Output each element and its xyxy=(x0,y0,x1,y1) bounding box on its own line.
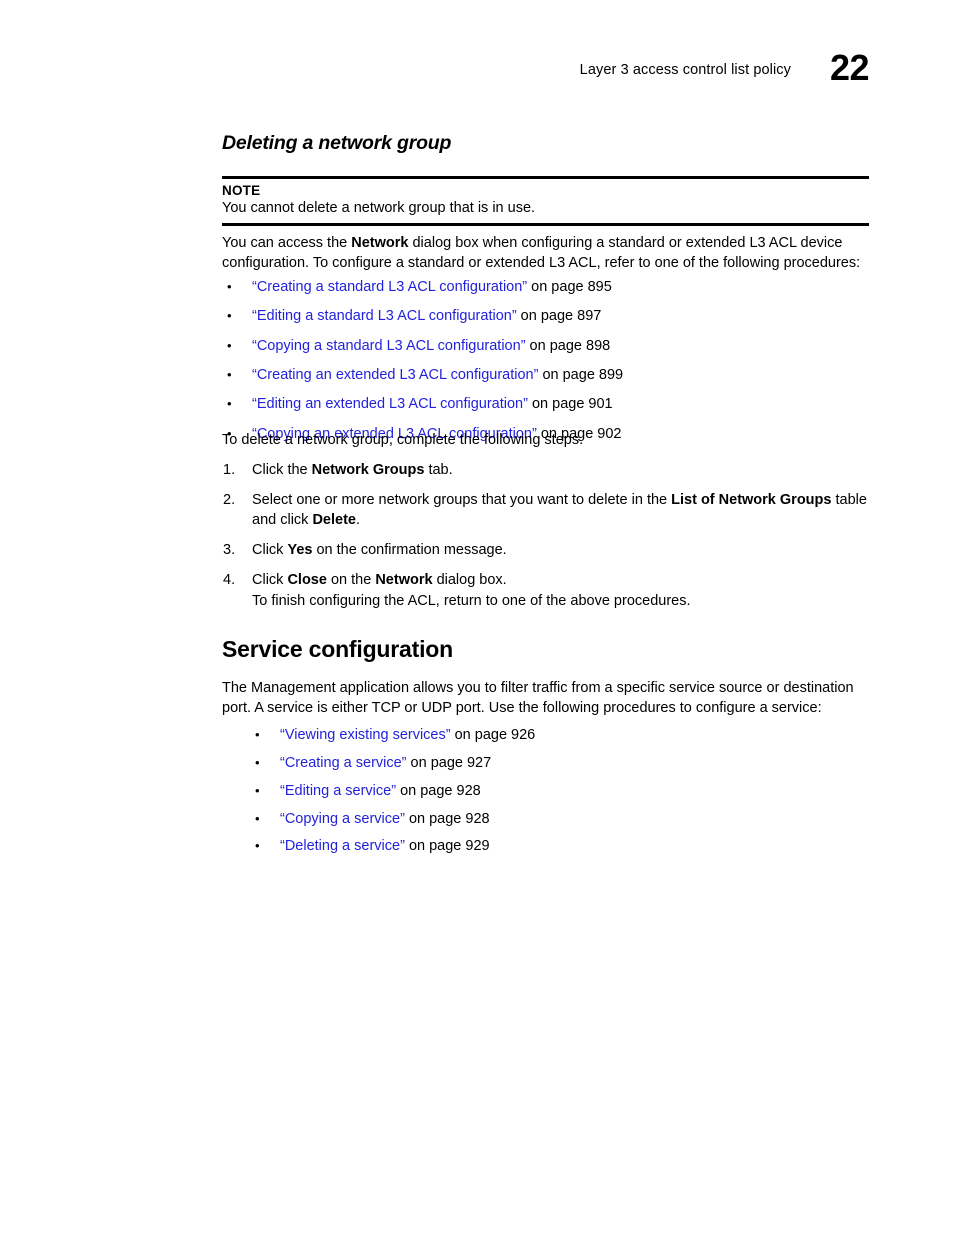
note-rule-bottom xyxy=(222,223,869,226)
ui-element-name: Network xyxy=(375,572,433,589)
list-item-text: “Creating a standard L3 ACL configuratio… xyxy=(252,278,612,297)
step-text-segment: Click the xyxy=(252,462,312,478)
procedure-steps: 1. Click the Network Groups tab. 2. Select … xyxy=(223,461,869,601)
acl-xref-link[interactable]: “Editing a standard L3 ACL configuration… xyxy=(252,308,517,324)
chapter-number: 22 xyxy=(829,47,870,88)
list-item-text: “Creating a service” on page 927 xyxy=(280,754,491,773)
procedure-step: 2. Select one or more network groups that… xyxy=(223,491,869,530)
acl-xref-page-ref: on page 897 xyxy=(516,308,602,325)
step-number: 2. xyxy=(223,492,236,509)
acl-xref-link[interactable]: “Editing an extended L3 ACL configuratio… xyxy=(252,396,528,412)
step-text-segment: Select one or more network groups that y… xyxy=(252,492,672,509)
step-text-segment: on the confirmation message. xyxy=(312,541,507,558)
ui-element-name: Close xyxy=(287,572,327,589)
ui-element-name: Yes xyxy=(287,541,313,558)
bullet-icon: • xyxy=(227,367,232,383)
step-text-segment: . xyxy=(355,511,361,528)
step-text: Select one or more network groups that y… xyxy=(252,492,867,527)
note-text: You cannot delete a network group that i… xyxy=(222,200,536,217)
ui-element-name: Network Groups xyxy=(311,462,425,478)
list-item: • “Deleting a service” on page 929 xyxy=(255,837,535,856)
list-item: • “Viewing existing services” on page 926 xyxy=(255,726,535,745)
procedure-step: 3. Click Yes on the confirmation message. xyxy=(223,541,869,560)
service-crossref-list: • “Viewing existing services” on page 926… xyxy=(255,726,535,865)
step-text: Click Yes on the confirmation message. xyxy=(252,542,507,558)
running-header-title: Layer 3 access control list policy xyxy=(579,62,791,78)
acl-xref-page-ref: on page 898 xyxy=(525,337,611,354)
list-item-text: “Editing a standard L3 ACL configuration… xyxy=(252,307,601,326)
bullet-icon: • xyxy=(227,279,232,294)
service-xref-page-ref: on page 926 xyxy=(450,727,536,743)
list-item: • “Editing a service” on page 928 xyxy=(255,782,535,801)
list-item: • “Editing a standard L3 ACL configuratio… xyxy=(227,307,623,326)
list-item: • “Creating an extended L3 ACL configurat… xyxy=(227,366,623,385)
service-intro-paragraph: The Management application allows you to… xyxy=(222,680,854,716)
steps-intro-paragraph: To delete a network group, complete the … xyxy=(222,432,584,448)
list-item: • “Creating a standard L3 ACL configurati… xyxy=(227,278,623,297)
section-heading: Service configuration xyxy=(222,636,453,662)
step-text-segment: dialog box. xyxy=(432,572,507,589)
ui-element-name: List of Network Groups xyxy=(671,492,832,509)
bullet-icon: • xyxy=(255,782,260,798)
list-item: • “Copying a service” on page 928 xyxy=(255,810,535,829)
list-item-text: “Creating an extended L3 ACL configurati… xyxy=(252,366,623,385)
list-item-text: “Deleting a service” on page 929 xyxy=(280,837,490,856)
step-text-segment: on the xyxy=(326,572,376,589)
intro-bold-network: Network xyxy=(351,235,409,251)
step-text: Click the Network Groups tab. xyxy=(252,462,453,478)
list-item-text: “Editing an extended L3 ACL configuratio… xyxy=(252,395,613,414)
acl-xref-page-ref: on page 895 xyxy=(527,279,612,295)
service-xref-page-ref: on page 929 xyxy=(404,838,490,855)
procedure-step: 1. Click the Network Groups tab. xyxy=(223,461,869,480)
document-page: Layer 3 access control list policy 22 De… xyxy=(0,0,954,1235)
bullet-icon: • xyxy=(227,396,232,412)
step-number: 3. xyxy=(223,541,236,558)
list-item-text: “Copying a standard L3 ACL configuration… xyxy=(252,337,610,356)
service-xref-link[interactable]: “Viewing existing services” xyxy=(280,727,451,743)
step-text-segment: Click xyxy=(252,541,288,558)
service-xref-link[interactable]: “Creating a service” xyxy=(280,755,407,771)
service-xref-page-ref: on page 928 xyxy=(404,810,490,827)
note-block: NOTE You cannot delete a network group t… xyxy=(222,176,869,226)
service-xref-page-ref: on page 928 xyxy=(396,782,481,799)
bullet-icon: • xyxy=(255,727,260,742)
steps-closing-paragraph: To finish configuring the ACL, return to… xyxy=(252,593,691,609)
list-item-text: “Editing a service” on page 928 xyxy=(280,782,481,801)
service-xref-page-ref: on page 927 xyxy=(406,754,492,771)
list-item: • “Copying a standard L3 ACL configuratio… xyxy=(227,337,623,356)
note-body: NOTE You cannot delete a network group t… xyxy=(222,179,869,224)
intro-text-part1: You can access the xyxy=(222,235,352,251)
acl-xref-link[interactable]: “Copying a standard L3 ACL configuration… xyxy=(252,338,526,354)
running-header: Layer 3 access control list policy 22 xyxy=(222,50,870,102)
subsection-heading: Deleting a network group xyxy=(222,132,452,154)
bullet-icon: • xyxy=(227,308,232,324)
acl-xref-link[interactable]: “Creating an extended L3 ACL configurati… xyxy=(252,367,538,383)
bullet-icon: • xyxy=(255,810,260,826)
list-item: • “Editing an extended L3 ACL configurati… xyxy=(227,395,623,414)
bullet-icon: • xyxy=(255,838,260,854)
step-number: 4. xyxy=(223,572,236,589)
bullet-icon: • xyxy=(227,337,232,353)
step-text: Click Close on the Network dialog box. xyxy=(252,572,507,588)
acl-xref-page-ref: on page 899 xyxy=(538,367,624,384)
service-xref-link[interactable]: “Deleting a service” xyxy=(280,838,405,854)
step-text-segment: Click xyxy=(252,572,288,589)
step-text-segment: tab. xyxy=(424,462,453,478)
list-item: • “Creating a service” on page 927 xyxy=(255,754,535,773)
step-number: 1. xyxy=(223,462,236,478)
note-label: NOTE xyxy=(222,182,261,198)
procedure-step: 4. Click Close on the Network dialog box. xyxy=(223,571,869,590)
acl-xref-page-ref: on page 901 xyxy=(527,396,613,413)
service-xref-link[interactable]: “Editing a service” xyxy=(280,783,396,799)
bullet-icon: • xyxy=(255,754,260,770)
intro-paragraph: You can access the Network dialog box wh… xyxy=(222,234,872,273)
acl-xref-link[interactable]: “Creating a standard L3 ACL configuratio… xyxy=(252,279,527,295)
list-item-text: “Viewing existing services” on page 926 xyxy=(280,726,535,745)
acl-crossref-list: • “Creating a standard L3 ACL configurati… xyxy=(227,278,623,454)
service-xref-link[interactable]: “Copying a service” xyxy=(280,811,405,827)
ui-element-name: Delete xyxy=(312,511,356,528)
list-item-text: “Copying a service” on page 928 xyxy=(280,810,490,829)
